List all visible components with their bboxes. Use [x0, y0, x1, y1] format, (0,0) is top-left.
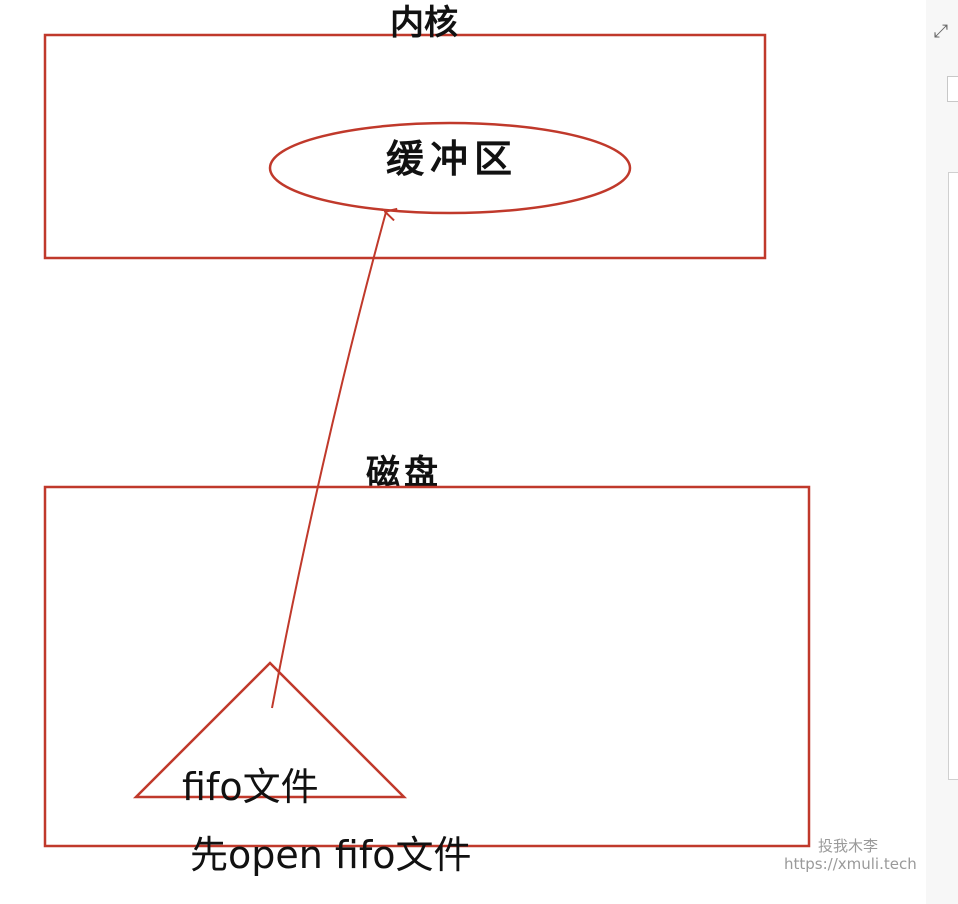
kernel-label: 内核: [390, 3, 458, 43]
side-panel-content: [948, 172, 958, 780]
fifo-file-label: fifo文件: [182, 765, 319, 809]
watermark-url: https://xmuli.tech: [784, 855, 917, 873]
buffer-label: 缓冲区: [386, 136, 518, 181]
expand-icon[interactable]: ⤢: [931, 22, 951, 42]
watermark-name: 投我木李: [818, 837, 878, 855]
side-panel-control[interactable]: [947, 76, 958, 102]
disk-box: [43, 485, 811, 848]
open-fifo-note: 先open fifo文件: [190, 833, 471, 877]
diagram-canvas: 内核 缓冲区 磁盘 fifo文件 先open fifo文件 投我木李 https…: [43, 3, 917, 877]
